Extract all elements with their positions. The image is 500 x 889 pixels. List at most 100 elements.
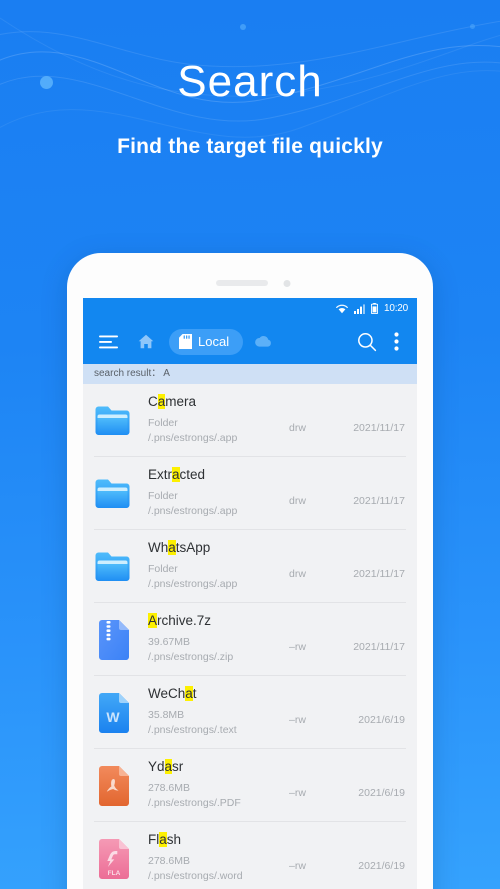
decorative-dot — [240, 24, 246, 30]
file-permission: drw — [289, 567, 306, 580]
phone-mockup: 10:20 Local search result： A Camera Fold… — [67, 253, 433, 889]
file-permission: –rw — [289, 786, 306, 799]
word-file-icon: W — [94, 692, 131, 733]
file-date: 2021/6/19 — [358, 713, 405, 726]
storage-tab-label: Local — [198, 334, 230, 349]
file-name-match-highlight: a — [168, 540, 176, 556]
file-info: WhatsApp Folder /.pns/estrongs/.app — [131, 540, 289, 592]
cloud-button[interactable] — [249, 328, 277, 356]
file-path: /.pns/estrongs/.zip — [148, 651, 234, 664]
app-toolbar: Local — [83, 319, 417, 364]
folder-icon — [94, 401, 131, 441]
file-name-prefix: Yd — [148, 759, 165, 775]
folder-icon — [94, 474, 131, 514]
file-info: WeChat 35.8MB /.pns/estrongs/.text — [131, 686, 289, 738]
file-date: 2021/6/19 — [358, 859, 405, 872]
file-row[interactable]: WhatsApp Folder /.pns/estrongs/.app drw 2021… — [83, 530, 417, 603]
file-path: /.pns/estrongs/.word — [148, 870, 243, 883]
search-result-bar: search result： A — [83, 364, 417, 384]
file-name-prefix: C — [148, 394, 158, 410]
folder-icon — [94, 547, 131, 587]
file-name-match-highlight: a — [164, 759, 173, 775]
home-icon — [138, 334, 154, 349]
file-permission: –rw — [289, 859, 306, 872]
file-name-match-highlight: a — [172, 467, 180, 483]
file-size: Folder — [148, 490, 178, 503]
signal-icon — [353, 303, 365, 314]
home-button[interactable] — [131, 327, 161, 357]
svg-text:FLA: FLA — [108, 870, 121, 877]
file-size: Folder — [148, 417, 178, 430]
more-vertical-icon — [393, 332, 399, 351]
file-name-suffix: sr — [172, 759, 184, 775]
more-options-button[interactable] — [385, 327, 407, 357]
storage-tab-local[interactable]: Local — [169, 328, 244, 355]
file-info: Extracted Folder/.pns/estrongs/.app — [131, 467, 289, 519]
file-name-prefix: Wh — [148, 540, 169, 556]
file-info: Archive.7z 39.67MB /.pns/estrongs/.zip — [131, 613, 289, 665]
file-date: 2021/6/19 — [358, 786, 405, 799]
file-name-match-highlight: a — [185, 686, 193, 702]
file-permission: –rw — [289, 713, 306, 726]
file-row[interactable]: Archive.7z 39.67MB /.pns/estrongs/.zip –rw 2… — [83, 603, 417, 676]
file-date: 2021/11/17 — [353, 494, 405, 507]
file-info: Camera Folder /.pns/estrongs/.app — [131, 394, 289, 446]
file-size: 35.8MB — [148, 709, 185, 722]
file-permission: –rw — [289, 640, 306, 653]
file-name-suffix: t — [192, 686, 197, 702]
file-path: /.pns/estrongs/.PDF — [148, 797, 241, 810]
promo-title: Search — [177, 57, 323, 106]
file-name: Extracted — [148, 467, 289, 484]
file-name-suffix: mera — [165, 394, 197, 410]
file-size: 39.67MB — [148, 636, 191, 649]
file-name: Camera — [148, 394, 289, 411]
search-icon — [358, 332, 377, 351]
search-button[interactable] — [351, 326, 383, 358]
phone-speaker-grille — [216, 280, 268, 286]
file-row[interactable]: FLA Flash 278.6MB /.pns/estrongs/.word –rw 2… — [83, 822, 417, 889]
menu-button[interactable] — [93, 327, 123, 357]
wifi-icon — [336, 304, 348, 313]
decorative-dot — [470, 24, 475, 29]
file-row[interactable]: W WeChat 35.8MB /.pns/estrongs/.text –rw 202… — [83, 676, 417, 749]
file-name-match-highlight: a — [159, 832, 167, 848]
sdcard-icon — [179, 334, 192, 349]
phone-screen: 10:20 Local search result： A Camera Fold… — [83, 298, 417, 889]
file-date: 2021/11/17 — [353, 567, 405, 580]
cloud-icon — [254, 336, 271, 347]
hamburger-icon — [98, 335, 118, 348]
file-row[interactable]: Ydasr 278.6MB /.pns/estrongs/.PDF –rw 2021/6… — [83, 749, 417, 822]
file-path: /.pns/estrongs/.app — [148, 578, 238, 591]
file-size: Folder — [148, 563, 178, 576]
file-permission: drw — [289, 421, 306, 434]
file-row[interactable]: Camera Folder /.pns/estrongs/.app drw 2021/1… — [83, 384, 417, 457]
file-row[interactable]: Extracted Folder/.pns/estrongs/.app drw 202… — [83, 457, 417, 530]
file-path: /.pns/estrongs/.app — [148, 505, 238, 518]
status-bar: 10:20 — [83, 298, 417, 319]
file-name-suffix: sh — [166, 832, 182, 848]
file-name-prefix: Fl — [148, 832, 160, 848]
file-path: /.pns/estrongs/.app — [148, 432, 238, 445]
zip-file-icon — [94, 619, 131, 660]
search-result-label: search result： — [94, 368, 162, 379]
search-result-query: A — [163, 368, 170, 379]
pdf-file-icon — [94, 765, 131, 806]
battery-icon — [370, 303, 378, 314]
file-name-suffix: tsApp — [175, 540, 211, 556]
file-name-match-highlight: A — [148, 613, 158, 629]
file-info: Flash 278.6MB /.pns/estrongs/.word — [131, 832, 289, 884]
file-name: WeChat — [148, 686, 289, 703]
file-name: Archive.7z — [148, 613, 289, 630]
file-name: Flash — [148, 832, 289, 849]
phone-front-camera — [283, 280, 291, 287]
file-list[interactable]: Camera Folder/.pns/estrongs/.app drw 2021/1… — [83, 384, 417, 889]
file-name-suffix: cted — [179, 467, 206, 483]
file-name: Ydasr — [148, 759, 289, 776]
file-name-suffix: rchive.7z — [157, 613, 212, 629]
file-name: WhatsApp — [148, 540, 289, 557]
file-info: Ydasr 278.6MB /.pns/estrongs/.PDF — [131, 759, 289, 811]
promo-subtitle: Find the target file quickly — [117, 135, 383, 158]
file-date: 2021/11/17 — [353, 421, 405, 434]
file-name-prefix: Extr — [148, 467, 173, 483]
file-date: 2021/11/17 — [353, 640, 405, 653]
